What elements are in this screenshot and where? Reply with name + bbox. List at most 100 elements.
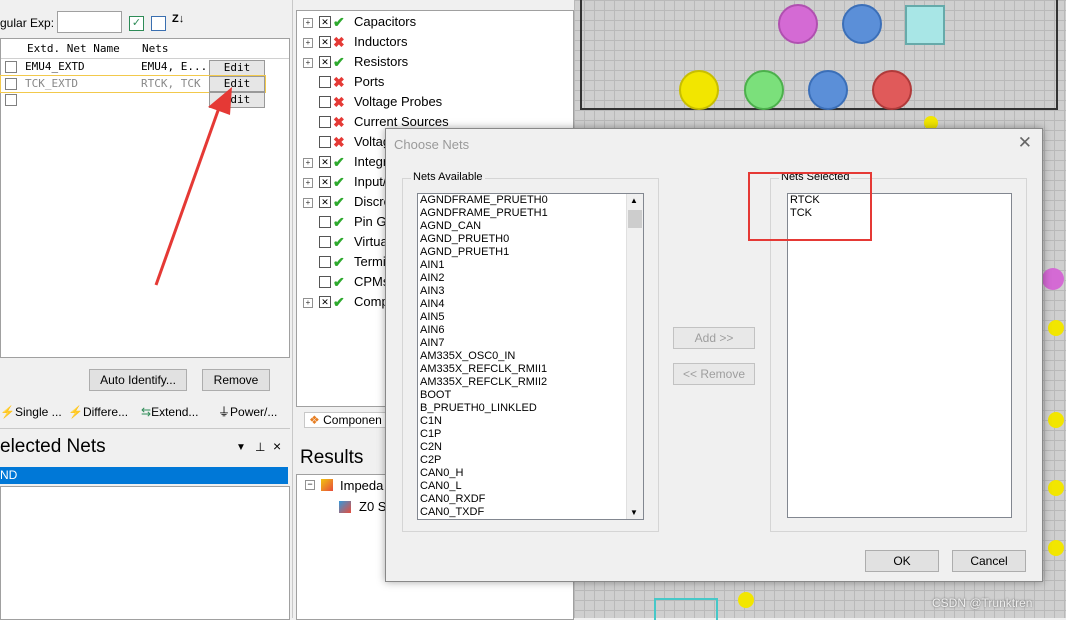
row-checkbox[interactable]: [5, 78, 17, 90]
close-icon[interactable]: ✕: [1018, 133, 1032, 153]
list-item[interactable]: AGND_PRUETH0: [418, 233, 643, 246]
check-icon: ✔: [333, 294, 345, 310]
list-item[interactable]: AGNDFRAME_PRUETH0: [418, 194, 643, 207]
remove-button[interactable]: << Remove: [673, 363, 755, 385]
nets-available-list[interactable]: AGNDFRAME_PRUETH0 AGNDFRAME_PRUETH1 AGND_C…: [417, 193, 644, 520]
list-item[interactable]: CAN0_RXDF: [418, 493, 643, 506]
components-icon: ❖: [309, 413, 320, 427]
tree-checkbox[interactable]: [319, 136, 331, 148]
tree-checkbox[interactable]: [319, 236, 331, 248]
list-item[interactable]: C2P: [418, 454, 643, 467]
extended-icon: ⇆: [141, 405, 152, 419]
list-item[interactable]: AIN7: [418, 337, 643, 350]
annotation-arrow-head: [208, 87, 232, 115]
list-item[interactable]: AIN2: [418, 272, 643, 285]
list-item[interactable]: AIN1: [418, 259, 643, 272]
results-item[interactable]: Impeda: [340, 478, 383, 493]
results-item[interactable]: Z0 S: [359, 499, 386, 514]
tree-checkbox[interactable]: ✕: [319, 176, 331, 188]
tree-checkbox[interactable]: ✕: [319, 296, 331, 308]
tree-checkbox[interactable]: ✕: [319, 16, 331, 28]
row-nets: EMU4, E...: [141, 60, 205, 73]
check-icon: ✔: [333, 274, 345, 290]
extended-nets-grid: Extd. Net Name Nets EMU4_EXTD EMU4, E...…: [0, 38, 290, 358]
list-item[interactable]: C2N: [418, 441, 643, 454]
scroll-thumb[interactable]: [628, 210, 642, 228]
list-item[interactable]: AIN5: [418, 311, 643, 324]
list-item[interactable]: B_PRUETH0_LINKLED: [418, 402, 643, 415]
scroll-up-icon[interactable]: ▲: [630, 196, 638, 205]
tree-checkbox[interactable]: ✕: [319, 196, 331, 208]
pad: [679, 70, 719, 110]
expand-icon[interactable]: +: [303, 38, 313, 48]
tree-checkbox[interactable]: ✕: [319, 36, 331, 48]
tab-differential[interactable]: ⚡Differe...: [68, 402, 128, 422]
list-item[interactable]: AIN3: [418, 285, 643, 298]
list-item[interactable]: AIN4: [418, 298, 643, 311]
list-item[interactable]: AGNDFRAME_PRUETH1: [418, 207, 643, 220]
expand-icon[interactable]: +: [303, 198, 313, 208]
table-row[interactable]: Edit: [1, 92, 289, 108]
tab-power[interactable]: ⏚Power/...: [218, 402, 277, 422]
expand-icon[interactable]: +: [303, 158, 313, 168]
list-item[interactable]: AM335X_REFCLK_RMII1: [418, 363, 643, 376]
tree-item-label: Voltage Probes: [354, 94, 443, 109]
tree-checkbox[interactable]: [319, 96, 331, 108]
list-item[interactable]: BOOT: [418, 389, 643, 402]
dropdown-arrow-icon[interactable]: ▼: [236, 442, 246, 453]
ok-button[interactable]: OK: [865, 550, 939, 572]
tree-item-label: Termi: [354, 254, 386, 269]
list-item[interactable]: CAN0_TXDF: [418, 506, 643, 519]
auto-identify-button[interactable]: Auto Identify...: [89, 369, 187, 391]
pad: [744, 70, 784, 110]
error-icon: ✖: [333, 74, 345, 90]
list-item[interactable]: CAN0_L: [418, 480, 643, 493]
scroll-down-icon[interactable]: ▼: [630, 508, 638, 517]
list-item[interactable]: AGND_PRUETH1: [418, 246, 643, 259]
list-item[interactable]: AM335X_OSC0_IN: [418, 350, 643, 363]
scrollbar[interactable]: ▲ ▼: [626, 194, 643, 519]
add-button[interactable]: Add >>: [673, 327, 755, 349]
tree-checkbox[interactable]: [319, 256, 331, 268]
tree-checkbox[interactable]: [319, 276, 331, 288]
nets-selected-list[interactable]: RTCK TCK: [787, 193, 1012, 518]
left-panel: gular Exp: ✓ Z↓ Extd. Net Name Nets EMU4…: [0, 0, 293, 620]
tab-extended[interactable]: ⇆Extend...: [141, 402, 198, 422]
expand-icon[interactable]: +: [303, 178, 313, 188]
expand-icon[interactable]: +: [303, 18, 313, 28]
check-icon: ✔: [333, 194, 345, 210]
edit-button[interactable]: Edit: [209, 60, 265, 76]
list-item[interactable]: C1P: [418, 428, 643, 441]
check-all-icon[interactable]: ✓: [129, 16, 144, 31]
expand-icon[interactable]: +: [303, 298, 313, 308]
selected-net-row[interactable]: ND: [0, 467, 288, 484]
close-icon[interactable]: ×: [273, 438, 281, 454]
list-item[interactable]: CAN0_H: [418, 467, 643, 480]
tree-checkbox[interactable]: ✕: [319, 56, 331, 68]
pin-icon[interactable]: ⊥: [255, 440, 265, 454]
regexp-input[interactable]: [57, 11, 122, 33]
sort-icon[interactable]: Z↓: [172, 13, 184, 25]
list-item[interactable]: AGND_CAN: [418, 220, 643, 233]
tree-checkbox[interactable]: [319, 216, 331, 228]
list-item[interactable]: AM335X_REFCLK_RMII2: [418, 376, 643, 389]
tree-checkbox[interactable]: ✕: [319, 156, 331, 168]
annotation-arrow: [154, 87, 232, 286]
tab-single[interactable]: ⚡Single ...: [0, 402, 62, 422]
tree-checkbox[interactable]: [319, 116, 331, 128]
row-checkbox[interactable]: [5, 61, 17, 73]
remove-button[interactable]: Remove: [202, 369, 270, 391]
list-item[interactable]: AIN6: [418, 324, 643, 337]
differential-icon: ⚡: [68, 405, 83, 419]
list-item[interactable]: C1N: [418, 415, 643, 428]
table-row[interactable]: EMU4_EXTD EMU4, E... Edit: [1, 59, 289, 76]
header-extd-net-name: Extd. Net Name: [27, 42, 120, 55]
cancel-button[interactable]: Cancel: [952, 550, 1026, 572]
uncheck-all-icon[interactable]: [151, 16, 166, 31]
tab-components[interactable]: ❖ Componen: [304, 412, 387, 428]
tree-checkbox[interactable]: [319, 76, 331, 88]
collapse-icon[interactable]: −: [305, 480, 315, 490]
expand-icon[interactable]: +: [303, 58, 313, 68]
row-checkbox[interactable]: [5, 94, 17, 106]
selected-nets-list: [0, 486, 290, 620]
